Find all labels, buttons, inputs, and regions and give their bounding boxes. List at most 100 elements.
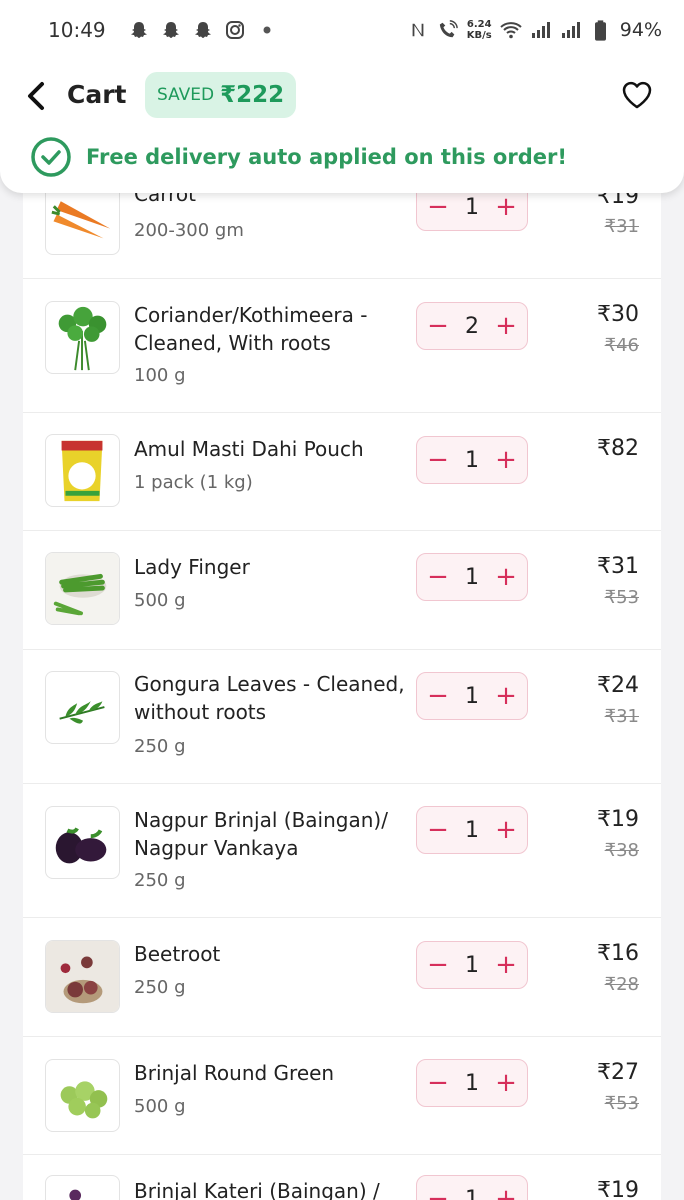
status-time: 10:49 — [48, 18, 106, 42]
increase-button[interactable]: + — [495, 194, 517, 220]
item-price: ₹30 — [597, 302, 639, 327]
item-price: ₹19 — [597, 1178, 639, 1200]
item-quantity: 500 g — [134, 1096, 186, 1117]
decrease-button[interactable]: − — [427, 817, 449, 843]
snapchat-icon — [160, 19, 182, 41]
savings-label: SAVED — [157, 85, 215, 105]
increase-button[interactable]: + — [495, 564, 517, 590]
quantity-stepper: − 1 + — [416, 1175, 528, 1200]
decrease-button[interactable]: − — [427, 447, 449, 473]
item-price: ₹24 — [597, 673, 639, 698]
item-count: 1 — [465, 194, 479, 220]
item-name: Beetroot — [134, 942, 221, 966]
signal-icon — [530, 19, 552, 41]
product-image-amul-dahi[interactable] — [45, 434, 120, 507]
network-speed: 6.24 KB/s — [467, 19, 492, 41]
increase-button[interactable]: + — [495, 313, 517, 339]
decrease-button[interactable]: − — [427, 683, 449, 709]
page-title: Cart — [67, 80, 127, 109]
snapchat-icon — [192, 19, 214, 41]
wifi-calling-icon — [437, 19, 459, 41]
cart-item-list: Carrot 200-300 gm − 1 + ₹19 ₹31 Coriande… — [23, 160, 661, 1200]
decrease-button[interactable]: − — [427, 194, 449, 220]
item-quantity: 250 g — [134, 977, 186, 998]
instagram-icon — [224, 19, 246, 41]
battery-percentage: 94% — [619, 19, 662, 41]
decrease-button[interactable]: − — [427, 564, 449, 590]
decrease-button[interactable]: − — [427, 313, 449, 339]
wifi-icon — [500, 19, 522, 41]
product-image-gongura[interactable] — [45, 671, 120, 744]
quantity-stepper: − 1 + — [416, 672, 528, 720]
item-price: ₹27 — [597, 1060, 639, 1085]
item-count: 1 — [465, 952, 479, 978]
cart-item-row: Brinjal Round Green 500 g − 1 + ₹27 ₹53 — [23, 1037, 661, 1155]
quantity-stepper: − 1 + — [416, 941, 528, 989]
item-price: ₹19 — [597, 807, 639, 832]
decrease-button[interactable]: − — [427, 952, 449, 978]
signal-icon — [560, 19, 582, 41]
back-button[interactable] — [22, 78, 52, 114]
product-image-nagpur-brinjal[interactable] — [45, 806, 120, 879]
item-name: Amul Masti Dahi Pouch — [134, 437, 364, 461]
item-price: ₹82 — [597, 436, 639, 461]
item-price: ₹16 — [597, 941, 639, 966]
quantity-stepper: − 1 + — [416, 1059, 528, 1107]
network-speed-unit: KB/s — [466, 30, 492, 41]
item-mrp: ₹38 — [604, 840, 639, 861]
increase-button[interactable]: + — [495, 817, 517, 843]
cart-item-row: Amul Masti Dahi Pouch 1 pack (1 kg) − 1 … — [23, 413, 661, 531]
free-delivery-text: Free delivery auto applied on this order… — [86, 145, 567, 169]
product-image-lady-finger[interactable] — [45, 552, 120, 625]
decrease-button[interactable]: − — [427, 1070, 449, 1096]
free-delivery-banner: Free delivery auto applied on this order… — [30, 136, 567, 178]
check-circle-icon — [30, 136, 72, 178]
item-count: 1 — [465, 1070, 479, 1096]
heart-icon — [622, 81, 652, 109]
increase-button[interactable]: + — [495, 683, 517, 709]
savings-amount: ₹222 — [220, 82, 285, 108]
item-name: Lady Finger — [134, 555, 250, 579]
quantity-stepper: − 1 + — [416, 806, 528, 854]
decrease-button[interactable]: − — [427, 1186, 449, 1200]
increase-button[interactable]: + — [495, 1186, 517, 1200]
item-quantity: 250 g — [134, 870, 186, 891]
quantity-stepper: − 2 + — [416, 302, 528, 350]
item-mrp: ₹53 — [604, 1093, 639, 1114]
item-name: Nagpur Brinjal (Baingan)/ Nagpur Vankaya — [134, 808, 388, 860]
quantity-stepper: − 1 + — [416, 553, 528, 601]
increase-button[interactable]: + — [495, 1070, 517, 1096]
cart-header: Cart SAVED ₹222 Free delivery auto appli… — [0, 60, 684, 193]
status-bar: 10:49 6.24 KB/s 94% — [0, 0, 684, 60]
product-image-beetroot[interactable] — [45, 940, 120, 1013]
increase-button[interactable]: + — [495, 952, 517, 978]
item-count: 1 — [465, 683, 479, 709]
item-quantity: 100 g — [134, 365, 186, 386]
item-quantity: 1 pack (1 kg) — [134, 472, 253, 493]
increase-button[interactable]: + — [495, 447, 517, 473]
item-count: 1 — [465, 564, 479, 590]
item-quantity: 200-300 gm — [134, 220, 244, 241]
snapchat-icon — [128, 19, 150, 41]
wishlist-button[interactable] — [620, 78, 654, 112]
product-image-coriander[interactable] — [45, 301, 120, 374]
chevron-left-icon — [28, 82, 44, 110]
item-quantity: 500 g — [134, 590, 186, 611]
item-price: ₹31 — [597, 554, 639, 579]
quantity-stepper: − 1 + — [416, 436, 528, 484]
cart-item-row: Coriander/Kothimeera - Cleaned, With roo… — [23, 279, 661, 413]
item-name: Coriander/Kothimeera - Cleaned, With roo… — [134, 303, 368, 355]
savings-badge: SAVED ₹222 — [145, 72, 297, 118]
item-quantity: 250 g — [134, 736, 186, 757]
cart-item-row: Nagpur Brinjal (Baingan)/ Nagpur Vankaya… — [23, 784, 661, 918]
item-mrp: ₹28 — [604, 974, 639, 995]
network-speed-value: 6.24 — [466, 19, 492, 30]
item-mrp: ₹53 — [604, 587, 639, 608]
item-name: Brinjal Kateri (Baingan) / — [134, 1179, 380, 1200]
notification-dot-icon — [256, 19, 278, 41]
cart-item-row: Lady Finger 500 g − 1 + ₹31 ₹53 — [23, 531, 661, 650]
cart-item-row: Gongura Leaves - Cleaned, without roots … — [23, 650, 661, 784]
product-image-brinjal-kateri[interactable] — [45, 1175, 120, 1200]
nfc-icon — [407, 19, 429, 41]
product-image-brinjal-green[interactable] — [45, 1059, 120, 1132]
